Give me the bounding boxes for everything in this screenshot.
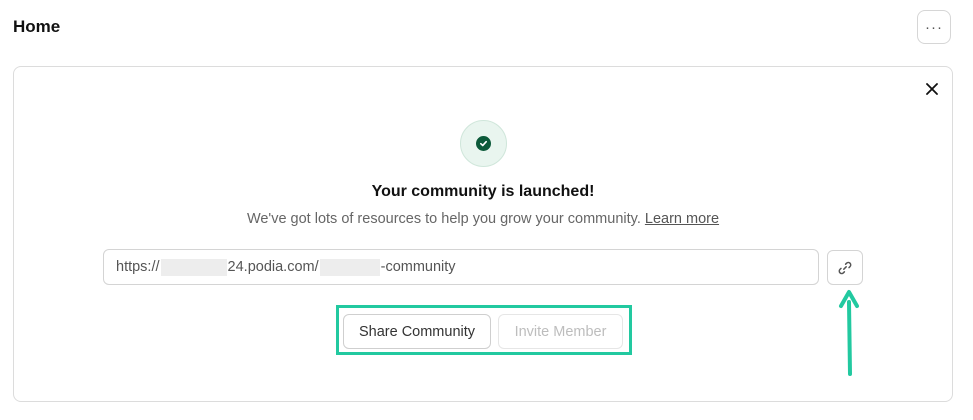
url-domain: 24.podia.com/ (227, 259, 319, 275)
link-icon (838, 261, 852, 274)
share-community-button[interactable]: Share Community (343, 314, 491, 349)
subtitle-text: We've got lots of resources to help you … (246, 211, 641, 227)
learn-more-link[interactable]: Learn more (645, 211, 719, 227)
check-circle-icon (476, 136, 491, 151)
more-horizontal-icon: ··· (925, 18, 943, 36)
arrow-annotation (839, 290, 859, 376)
community-url-field[interactable]: https:// 24.podia.com/ -community (103, 249, 819, 285)
launch-success-card: Your community is launched! We've got lo… (13, 66, 953, 402)
url-path-suffix: -community (380, 259, 456, 275)
close-icon (926, 83, 938, 95)
success-badge (460, 120, 507, 167)
invite-member-button: Invite Member (498, 314, 623, 349)
card-subtitle: We've got lots of resources to help you … (14, 211, 952, 227)
url-prefix: https:// (116, 259, 160, 275)
card-title: Your community is launched! (371, 183, 595, 200)
page-title: Home (13, 17, 61, 36)
redacted-subdomain (160, 258, 227, 276)
page: Home ··· Your community is launched! We'… (0, 0, 973, 420)
redacted-path (319, 258, 380, 276)
close-button[interactable] (922, 79, 942, 99)
more-options-button[interactable]: ··· (917, 10, 951, 44)
